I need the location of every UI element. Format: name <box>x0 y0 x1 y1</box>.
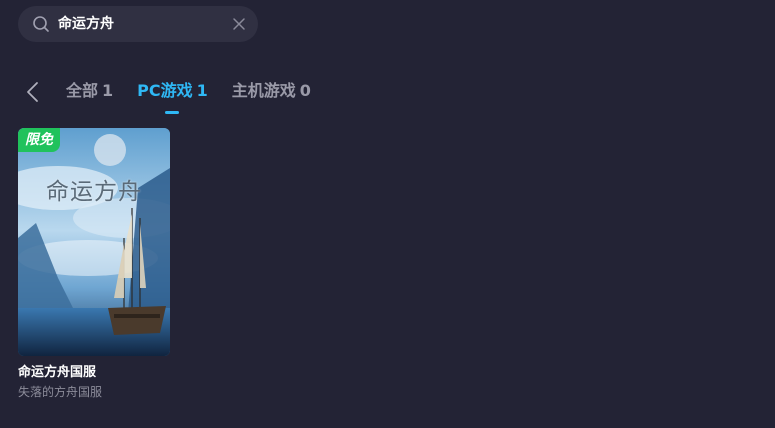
search-icon <box>33 16 49 32</box>
cover-logo-text: 命运方舟 <box>46 179 142 205</box>
category-tabs: 全部 1 PC游戏 1 主机游戏 0 <box>24 74 311 114</box>
tab-count: 1 <box>196 81 208 100</box>
tab-pc-games[interactable]: PC游戏 1 <box>137 74 208 108</box>
game-title[interactable]: 命运方舟国服 <box>18 364 170 382</box>
search-bar[interactable]: 命运方舟 <box>18 6 258 42</box>
search-input[interactable]: 命运方舟 <box>58 6 232 42</box>
tab-console-games[interactable]: 主机游戏 0 <box>232 74 311 108</box>
cover-artwork <box>18 128 170 356</box>
tab-count: 0 <box>299 81 311 100</box>
chevron-left-icon[interactable] <box>24 81 42 103</box>
search-results-page: 命运方舟 全部 1 PC游戏 1 主机游戏 0 限免 命运方舟 命运方舟国服 失… <box>0 0 775 428</box>
close-icon[interactable] <box>232 17 246 31</box>
game-subtitle: 失落的方舟国服 <box>18 385 103 399</box>
game-card[interactable]: 限免 命运方舟 命运方舟国服 失落的方舟国服 <box>18 128 170 400</box>
tab-all[interactable]: 全部 1 <box>66 74 113 108</box>
tab-label: PC游戏 <box>137 81 193 100</box>
tab-label: 全部 <box>66 81 99 100</box>
tab-label: 主机游戏 <box>231 81 296 100</box>
game-cover-image[interactable]: 限免 命运方舟 <box>18 128 170 356</box>
limited-free-badge: 限免 <box>18 128 60 152</box>
tab-count: 1 <box>102 81 114 100</box>
